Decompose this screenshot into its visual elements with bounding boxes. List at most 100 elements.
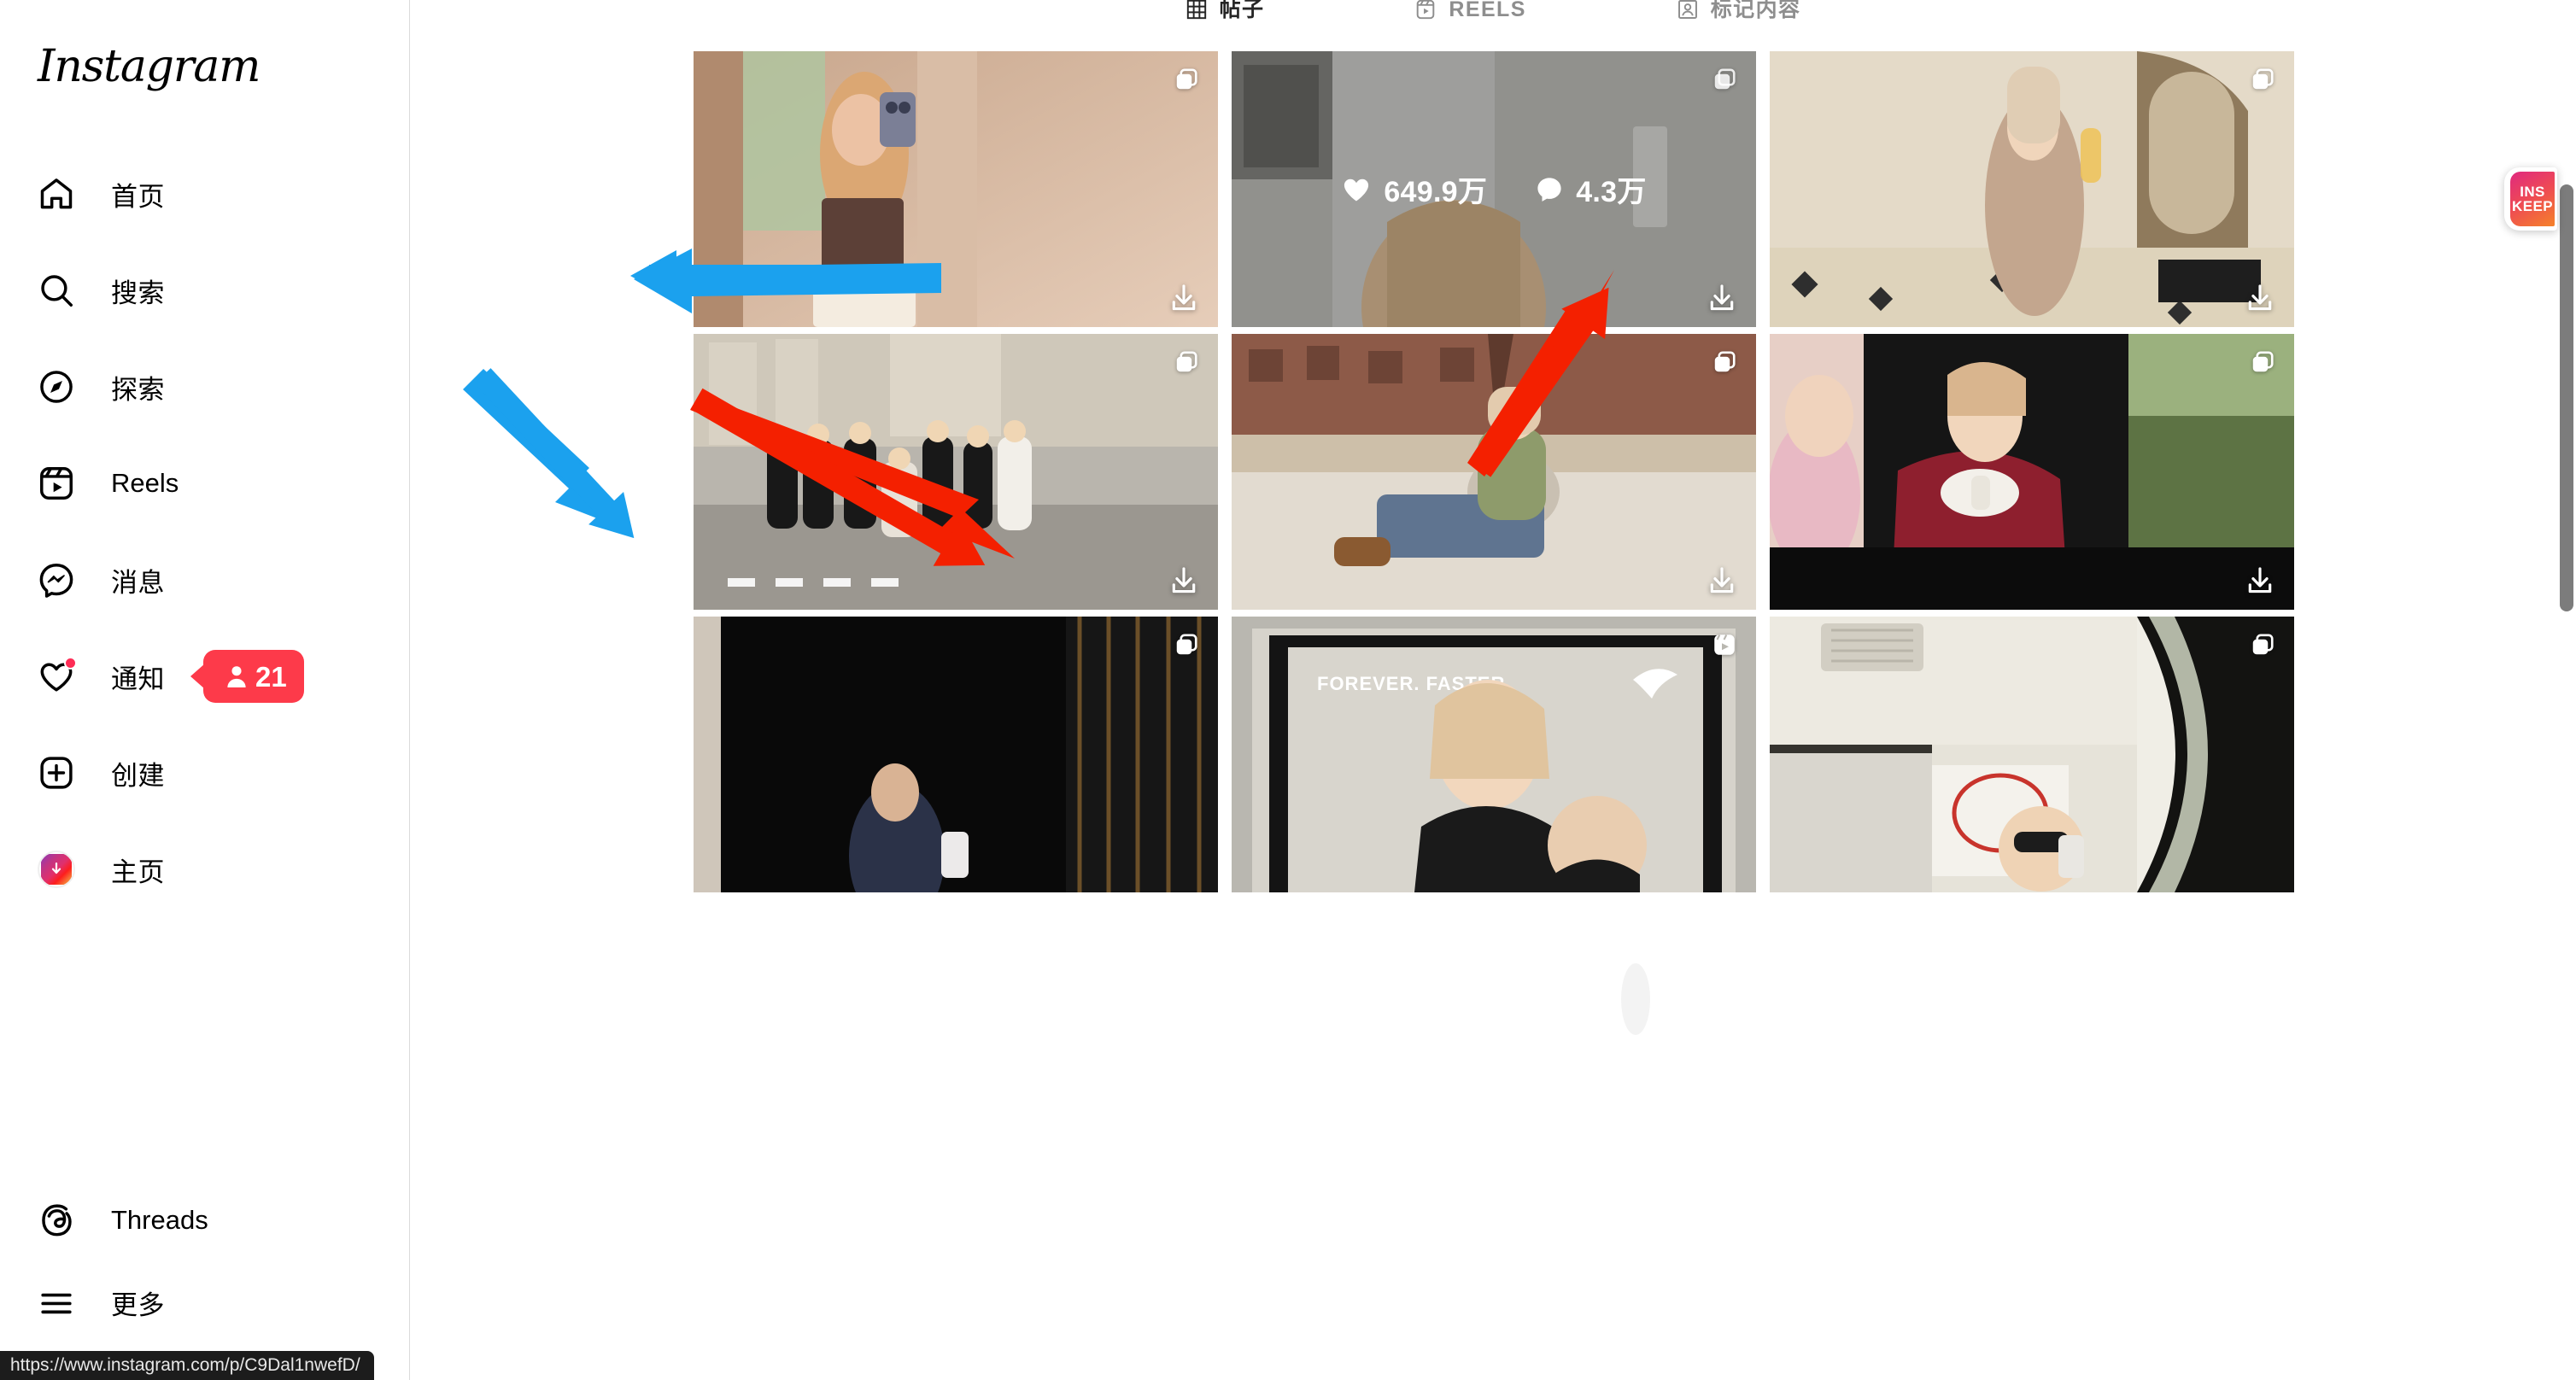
ins-keep-gradient-tile: INS KEEP [2510, 172, 2555, 226]
post-grid: 649.9万 4.3万 FOREVER. FASTER. [694, 51, 2320, 892]
carousel-icon [2252, 68, 2274, 90]
sidebar-item-label: 搜索 [111, 278, 165, 308]
post-thumbnail [1770, 334, 2294, 610]
sidebar-item-label: 主页 [111, 857, 165, 887]
post-tile[interactable] [694, 51, 1218, 327]
post-thumbnail [694, 617, 1218, 892]
tab-label: 标记内容 [1710, 0, 1801, 21]
download-icon[interactable] [1168, 283, 1199, 313]
sidebar-item-search[interactable]: 搜索 [0, 266, 410, 315]
main-content: 帖子 REELS 标记内容 649.9万 4.3万 FOREVER. FASTE… [410, 0, 2576, 1380]
sidebar-item-home[interactable]: 首页 [0, 169, 410, 219]
grid-scroll-nub[interactable] [1621, 963, 1650, 1035]
post-tile[interactable]: FOREVER. FASTER. [1232, 617, 1756, 892]
plus-square-icon [34, 751, 79, 795]
heart-icon [34, 654, 79, 699]
sidebar-item-explore[interactable]: 探索 [0, 362, 410, 412]
threads-icon [34, 1198, 79, 1243]
carousel-icon [1176, 351, 1197, 372]
comments-count: 4.3万 [1576, 176, 1647, 208]
post-thumbnail [1770, 617, 2294, 892]
ins-keep-line2: KEEP [2512, 198, 2553, 214]
grid-icon [1186, 0, 1206, 20]
notification-count-badge[interactable]: 21 [203, 650, 304, 703]
sidebar-item-profile[interactable]: 主页 [0, 845, 410, 894]
post-thumbnail [694, 51, 1218, 327]
sidebar-item-label: 更多 [111, 1289, 165, 1320]
download-icon[interactable] [2245, 565, 2275, 596]
avatar-gradient [41, 854, 72, 885]
status-bar-url: https://www.instagram.com/p/C9Dal1nwefD/ [0, 1351, 374, 1380]
comment-filled-icon [1537, 177, 1561, 202]
sidebar-item-threads[interactable]: Threads [0, 1196, 410, 1245]
reels-icon [34, 461, 79, 506]
download-icon[interactable] [1707, 283, 1737, 313]
reels-icon [1417, 0, 1435, 20]
home-icon [34, 172, 79, 216]
sidebar-item-notifications[interactable]: 通知 21 [0, 650, 410, 703]
carousel-icon [1714, 68, 1736, 90]
post-tile[interactable] [1232, 334, 1756, 610]
tab-tagged[interactable]: 标记内容 [1677, 0, 1801, 22]
ins-keep-line1: INS [2520, 183, 2545, 200]
ins-keep-extension-badge[interactable]: INS KEEP [2504, 167, 2557, 231]
sidebar-item-messages[interactable]: 消息 [0, 555, 410, 605]
tagged-icon [1677, 0, 1697, 19]
sidebar-bottom-nav: Threads 更多 [0, 1196, 410, 1360]
sidebar-item-reels[interactable]: Reels [0, 459, 410, 508]
sidebar-item-label: 探索 [111, 374, 165, 405]
carousel-icon [1176, 68, 1197, 90]
blue-arrow-row2 [463, 369, 624, 529]
likes-count: 649.9万 [1384, 176, 1488, 208]
sidebar-nav-list: 首页 搜索 探索 Reels 消息 通知 21 创建 主页 [0, 169, 410, 941]
instagram-wordmark-logo[interactable]: Instagram [38, 44, 261, 89]
tab-reels[interactable]: REELS [1414, 0, 1525, 22]
sidebar-item-create[interactable]: 创建 [0, 748, 410, 798]
post-thumbnail: FOREVER. FASTER. [1232, 617, 1756, 892]
comments-stat: 4.3万 [1535, 168, 1646, 210]
messenger-icon [34, 558, 79, 602]
download-icon[interactable] [2245, 283, 2275, 313]
hamburger-icon [34, 1280, 79, 1324]
tab-posts[interactable]: 帖子 [1186, 0, 1265, 22]
tab-label: 帖子 [1219, 0, 1265, 21]
carousel-icon [1176, 634, 1197, 655]
post-tile[interactable] [1770, 334, 2294, 610]
post-tile[interactable] [694, 334, 1218, 610]
post-tile[interactable] [1770, 617, 2294, 892]
person-icon [227, 666, 246, 687]
post-thumbnail [694, 334, 1218, 610]
post-tile[interactable] [1770, 51, 2294, 327]
carousel-icon [2252, 351, 2274, 372]
notification-count: 21 [255, 660, 287, 693]
sidebar-item-label: Reels [111, 468, 179, 498]
compass-icon [34, 365, 79, 409]
search-icon [34, 268, 79, 313]
instagram-profile-page: Instagram 首页 搜索 探索 Reels 消息 通知 21 创建 主页 … [0, 0, 2576, 1380]
post-thumbnail [1232, 334, 1756, 610]
post-tile[interactable]: 649.9万 4.3万 [1232, 51, 1756, 327]
unread-dot-icon [64, 657, 77, 670]
likes-stat: 649.9万 [1341, 168, 1487, 210]
carousel-icon [1714, 351, 1736, 372]
sidebar-item-label: 首页 [111, 181, 165, 212]
avatar [38, 851, 75, 888]
download-icon[interactable] [1707, 565, 1737, 596]
carousel-icon [2252, 634, 2274, 655]
sidebar-item-label: 消息 [111, 567, 165, 598]
profile-tab-bar: 帖子 REELS 标记内容 [410, 0, 2576, 22]
post-thumbnail [1770, 51, 2294, 327]
heart-filled-icon [1344, 178, 1369, 201]
scrollbar-thumb[interactable] [2560, 184, 2573, 611]
post-tile[interactable] [694, 617, 1218, 892]
post-hover-stats: 649.9万 4.3万 [1232, 51, 1756, 327]
sidebar-item-label: 通知 [111, 664, 165, 694]
tab-label: REELS [1449, 0, 1526, 21]
sidebar: Instagram 首页 搜索 探索 Reels 消息 通知 21 创建 主页 … [0, 0, 410, 1380]
sidebar-item-label: 创建 [111, 760, 165, 791]
download-icon[interactable] [1168, 565, 1199, 596]
sidebar-item-label: Threads [111, 1205, 208, 1235]
profile-avatar-icon [34, 847, 79, 892]
sidebar-item-more[interactable]: 更多 [0, 1278, 410, 1327]
reels-icon [1714, 634, 1735, 655]
